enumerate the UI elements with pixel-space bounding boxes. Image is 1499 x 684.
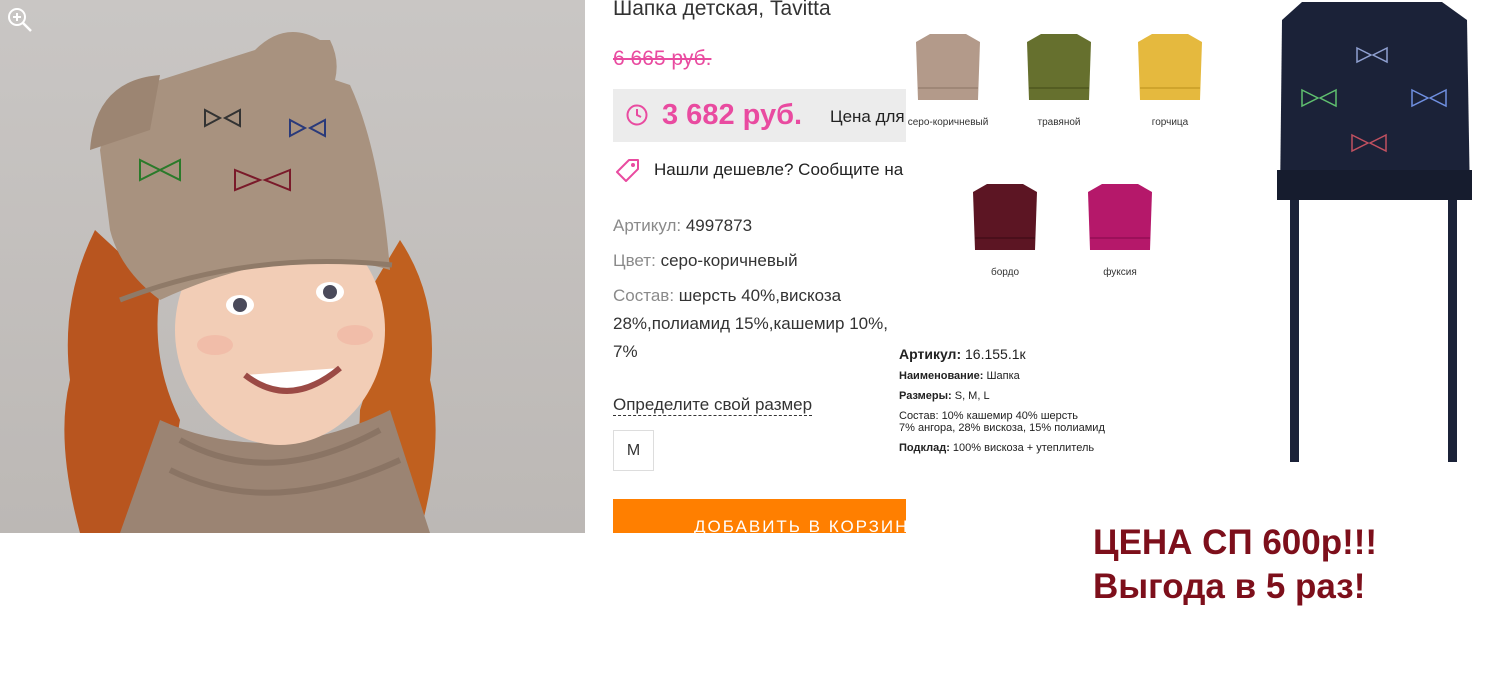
promo-savings-line: Выгода в 5 раз!: [1093, 567, 1366, 606]
article-label: Артикул:: [613, 216, 682, 235]
spec-name-label: Наименование:: [899, 370, 984, 382]
spec-sizes-value: S, M, L: [954, 390, 990, 402]
spec-article-value: 16.155.1к: [965, 346, 1026, 362]
zoom-icon[interactable]: [6, 6, 34, 34]
swatch-label: серо-коричневый: [907, 117, 989, 128]
spec-composition-2: 7% ангора, 28% вискоза, 15% полиамид: [899, 422, 1105, 434]
spec-name: Наименование: Шапка: [899, 370, 1179, 382]
swatch-label: фуксия: [1103, 267, 1137, 278]
swatch-label: бордо: [990, 267, 1020, 278]
price-tag-icon: [616, 159, 639, 182]
swatch-grass[interactable]: травяной: [1009, 30, 1109, 128]
swatch-label: травяной: [1037, 117, 1081, 128]
found-cheaper-link[interactable]: Нашли дешевле? Сообщите на: [654, 160, 903, 180]
promo-price-line: ЦЕНА СП 600р!!!: [1093, 523, 1378, 562]
composition-line-3: 7%: [613, 342, 638, 361]
swatch-mustard[interactable]: горчица: [1120, 30, 1220, 128]
child-in-hat-image: [64, 32, 436, 533]
old-price: 6 665 руб.: [613, 47, 712, 70]
hat-burgundy-image: [973, 184, 1037, 250]
hat-mustard-image: [1138, 34, 1202, 100]
article-row: Артикул: 4997873: [613, 216, 752, 236]
size-guide-link[interactable]: Определите свой размер: [613, 395, 813, 416]
product-info-panel: Шапка детская, Tavitta 6 665 руб. 3 682 …: [613, 0, 906, 533]
color-value: серо-коричневый: [660, 251, 798, 270]
color-row: Цвет: серо-коричневый: [613, 251, 798, 271]
hat-fuchsia-image: [1088, 184, 1152, 250]
spec-article-label: Артикул:: [899, 346, 962, 362]
swatch-burgundy[interactable]: бордо: [955, 180, 1055, 278]
spec-name-value: Шапка: [986, 370, 1020, 382]
swatch-fuchsia[interactable]: фуксия: [1070, 180, 1170, 278]
spec-lining-value: 100% вискоза + утеплитель: [952, 442, 1095, 454]
spec-lining-label: Подклад:: [899, 442, 950, 454]
price-note: Цена для: [830, 107, 905, 126]
navy-hat-image[interactable]: [1262, 0, 1484, 484]
product-photo[interactable]: [0, 0, 585, 533]
composition-row: Состав: шерсть 40%,вискоза: [613, 286, 841, 306]
spec-block: Артикул: 16.155.1к Наименование: Шапка Р…: [899, 346, 1179, 454]
spec-lining: Подклад: 100% вискоза + утеплитель: [899, 442, 1179, 454]
composition-line-2: 28%,полиамид 15%,кашемир 10%,: [613, 314, 888, 333]
swatch-grey-brown[interactable]: серо-коричневый: [898, 30, 998, 128]
add-to-cart-button[interactable]: ДОБАВИТЬ В КОРЗИНУ: [613, 499, 906, 533]
product-title: Шапка детская, Tavitta: [613, 0, 831, 20]
color-label: Цвет:: [613, 251, 656, 270]
spec-composition-label: Состав:: [899, 410, 939, 422]
composition-label: Состав:: [613, 286, 675, 305]
promo-text: ЦЕНА СП 600р!!! Выгода в 5 раз!: [1093, 521, 1377, 609]
hat-grey-brown-image: [916, 34, 980, 100]
spec-article: Артикул: 16.155.1к: [899, 346, 1179, 362]
spec-sizes-label: Размеры:: [899, 390, 952, 402]
spec-composition: Состав: 10% кашемир 40% шерсть: [899, 410, 1179, 422]
current-price: 3 682 руб.: [662, 99, 803, 131]
price-box: 3 682 руб. Цена для: [613, 89, 906, 142]
color-swatches: серо-коричневый травяной горчица бордо ф…: [898, 0, 1202, 340]
size-option-m[interactable]: M: [613, 430, 654, 471]
clock-icon: [626, 104, 648, 126]
spec-composition-value: 10% кашемир 40% шерсть: [941, 410, 1079, 422]
hat-grass-image: [1027, 34, 1091, 100]
composition-value: шерсть 40%,вискоза: [678, 286, 842, 305]
swatch-label: горчица: [1151, 117, 1189, 128]
spec-sizes: Размеры: S, M, L: [899, 390, 1179, 402]
article-value: 4997873: [685, 216, 753, 235]
